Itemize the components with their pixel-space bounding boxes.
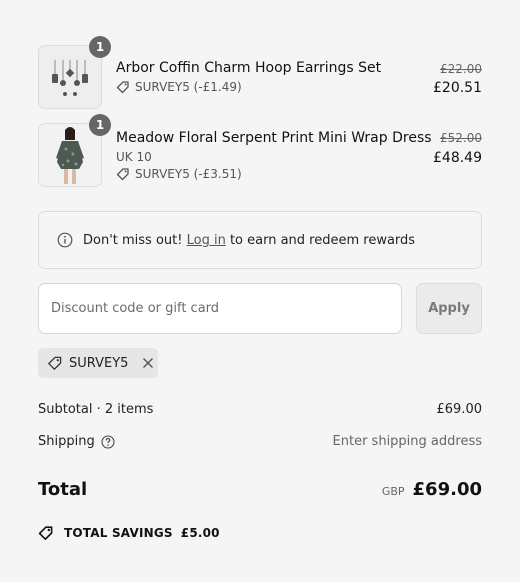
dress-image [39, 124, 101, 186]
apply-button[interactable]: Apply [416, 283, 482, 334]
applied-code-chip: SURVEY5 [38, 348, 158, 378]
subtotal-value: £69.00 [436, 402, 483, 417]
tag-icon [38, 526, 53, 540]
total-savings: TOTAL SAVINGS £5.00 [38, 525, 220, 541]
product-thumbnail: 1 [38, 114, 111, 187]
savings-value: £5.00 [180, 526, 220, 540]
rewards-banner: Don't miss out! Log in to earn and redee… [38, 211, 482, 269]
total-amount: £69.00 [412, 479, 482, 500]
product-name: Arbor Coffin Charm Hoop Earrings Set [116, 60, 382, 76]
login-link[interactable]: Log in [187, 233, 226, 248]
tag-icon [116, 168, 129, 181]
rewards-prefix: Don't miss out! [83, 232, 183, 248]
item-price: £48.49 [433, 150, 482, 166]
item-discount: SURVEY5 (-£3.51) [116, 167, 242, 181]
total-label: Total [38, 479, 88, 500]
quantity-badge: 1 [89, 114, 111, 136]
product-thumbnail: 1 [38, 36, 111, 109]
subtotal-label: Subtotal · 2 items [38, 402, 154, 417]
info-icon [57, 232, 73, 248]
tag-icon [116, 81, 129, 94]
item-price: £20.51 [433, 80, 482, 96]
currency-code: GBP [381, 485, 405, 498]
close-icon [143, 358, 154, 368]
item-discount: SURVEY5 (-£1.49) [116, 80, 242, 94]
quantity-badge: 1 [89, 36, 111, 58]
shipping-value: Enter shipping address [332, 434, 482, 449]
product-variant: UK 10 [116, 150, 152, 164]
shipping-row: Shipping [38, 434, 115, 449]
earrings-image [39, 46, 101, 108]
item-discount-text: SURVEY5 (-£3.51) [135, 167, 242, 181]
help-icon[interactable] [101, 434, 115, 449]
shipping-label: Shipping [38, 434, 95, 449]
remove-code-button[interactable] [142, 357, 154, 369]
tag-icon [48, 356, 62, 370]
total-amount-group: GBP £69.00 [382, 479, 482, 500]
savings-label: TOTAL SAVINGS [64, 526, 173, 540]
applied-code-label: SURVEY5 [69, 355, 129, 371]
original-price: £52.00 [440, 131, 482, 145]
rewards-suffix: to earn and redeem rewards [229, 232, 416, 248]
item-discount-text: SURVEY5 (-£1.49) [135, 80, 242, 94]
original-price: £22.00 [440, 62, 482, 76]
product-name: Meadow Floral Serpent Print Mini Wrap Dr… [116, 130, 432, 146]
discount-code-input[interactable] [38, 283, 402, 334]
